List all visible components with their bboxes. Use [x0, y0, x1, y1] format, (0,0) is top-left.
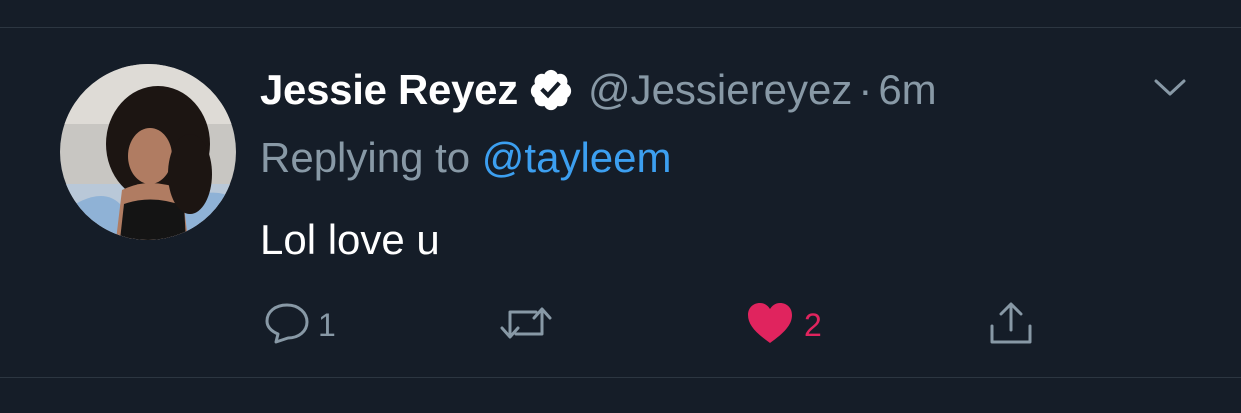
timestamp[interactable]: 6m: [878, 66, 936, 114]
display-name[interactable]: Jessie Reyez: [260, 66, 518, 114]
reply-button[interactable]: 1: [262, 300, 336, 350]
like-button[interactable]: 2: [746, 300, 822, 350]
chevron-down-icon[interactable]: [1150, 72, 1190, 104]
reply-count: 1: [318, 306, 336, 343]
top-divider: [0, 27, 1241, 28]
user-handle[interactable]: @Jessiereyez: [588, 66, 852, 114]
retweet-button[interactable]: [498, 300, 554, 350]
separator-dot: ·: [858, 66, 873, 113]
verified-badge-icon: [528, 67, 574, 113]
replying-to-mention[interactable]: @tayleem: [482, 134, 672, 181]
replying-to-label: Replying to: [260, 134, 471, 181]
tweet-header: Jessie Reyez @Jessiereyez · 6m: [260, 64, 937, 116]
like-count: 2: [804, 306, 822, 343]
share-button[interactable]: [986, 300, 1036, 350]
share-icon: [986, 298, 1036, 353]
retweet-icon: [498, 300, 554, 351]
reply-icon: [262, 300, 312, 351]
avatar[interactable]: [60, 64, 236, 240]
heart-icon: [746, 301, 794, 350]
replying-to-line: Replying to @tayleem: [260, 134, 672, 182]
tweet-text: Lol love u: [260, 216, 440, 263]
bottom-divider: [0, 377, 1241, 378]
